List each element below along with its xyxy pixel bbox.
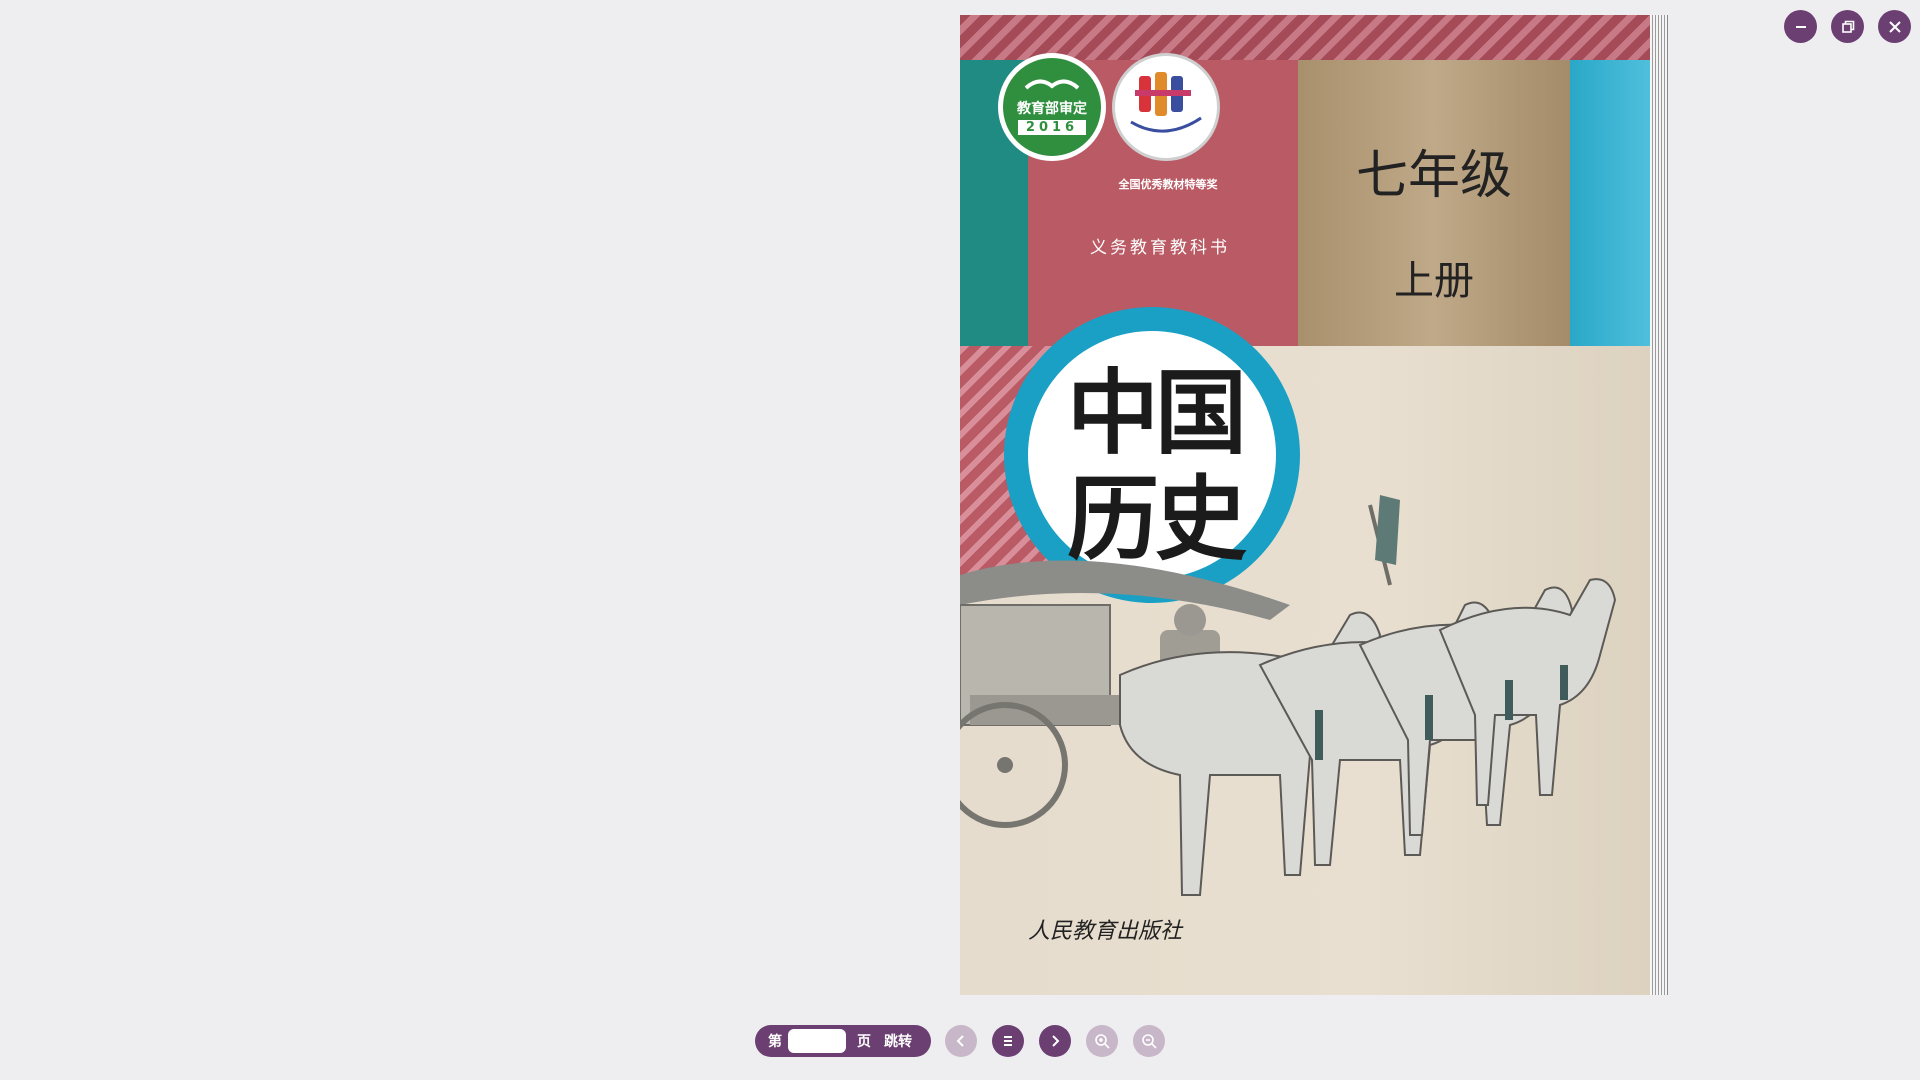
publisher-label: 人民教育出版社 [1028, 919, 1183, 944]
book-viewer[interactable]: 教育部审定 2016 全国优秀教材特等奖 义务教育教科书 七年级 上册 中国 历… [960, 15, 1668, 995]
zoom-in-button[interactable] [1086, 1025, 1118, 1057]
minimize-button[interactable] [1784, 10, 1817, 43]
book-title-line1: 中国 [1066, 359, 1247, 467]
approval-badge-text: 教育部审定 [1017, 100, 1087, 117]
chevron-left-icon [956, 1035, 964, 1047]
chevron-right-icon [1052, 1035, 1060, 1047]
page-jump-control: 第 页 跳转 [755, 1025, 931, 1057]
volume-label: 上册 [1394, 258, 1474, 304]
page-edges [1649, 15, 1668, 995]
prev-page-button[interactable] [945, 1025, 977, 1057]
series-label: 义务教育教科书 [1090, 238, 1230, 258]
page-number-input[interactable] [788, 1029, 846, 1053]
cover-blue-block [1570, 60, 1650, 346]
next-page-button[interactable] [1039, 1025, 1071, 1057]
award-emblem-icon [1130, 72, 1202, 133]
restore-icon [1841, 20, 1854, 33]
minimize-icon [1795, 25, 1806, 28]
close-button[interactable] [1878, 10, 1911, 43]
zoom-out-button[interactable] [1133, 1025, 1165, 1057]
zoom-in-icon [1095, 1034, 1110, 1049]
award-caption: 全国优秀教材特等奖 [1118, 178, 1218, 191]
approval-badge-year: 2016 [1017, 119, 1087, 135]
chariot-horses-illustration [960, 495, 1617, 896]
table-of-contents-button[interactable] [992, 1025, 1024, 1057]
award-logo [1112, 53, 1220, 161]
close-icon [1888, 20, 1901, 33]
jump-button[interactable]: 跳转 [884, 1031, 912, 1051]
book-icon [1024, 79, 1080, 90]
grade-label: 七年级 [1355, 146, 1512, 206]
book-cover[interactable]: 教育部审定 2016 全国优秀教材特等奖 义务教育教科书 七年级 上册 中国 历… [960, 15, 1650, 995]
list-icon [1004, 1036, 1012, 1046]
page-prefix-label: 第 [768, 1034, 782, 1050]
zoom-out-icon [1142, 1034, 1157, 1049]
page-suffix-label: 页 [857, 1034, 871, 1050]
approval-badge: 教育部审定 2016 [998, 53, 1106, 161]
restore-button[interactable] [1831, 10, 1864, 43]
